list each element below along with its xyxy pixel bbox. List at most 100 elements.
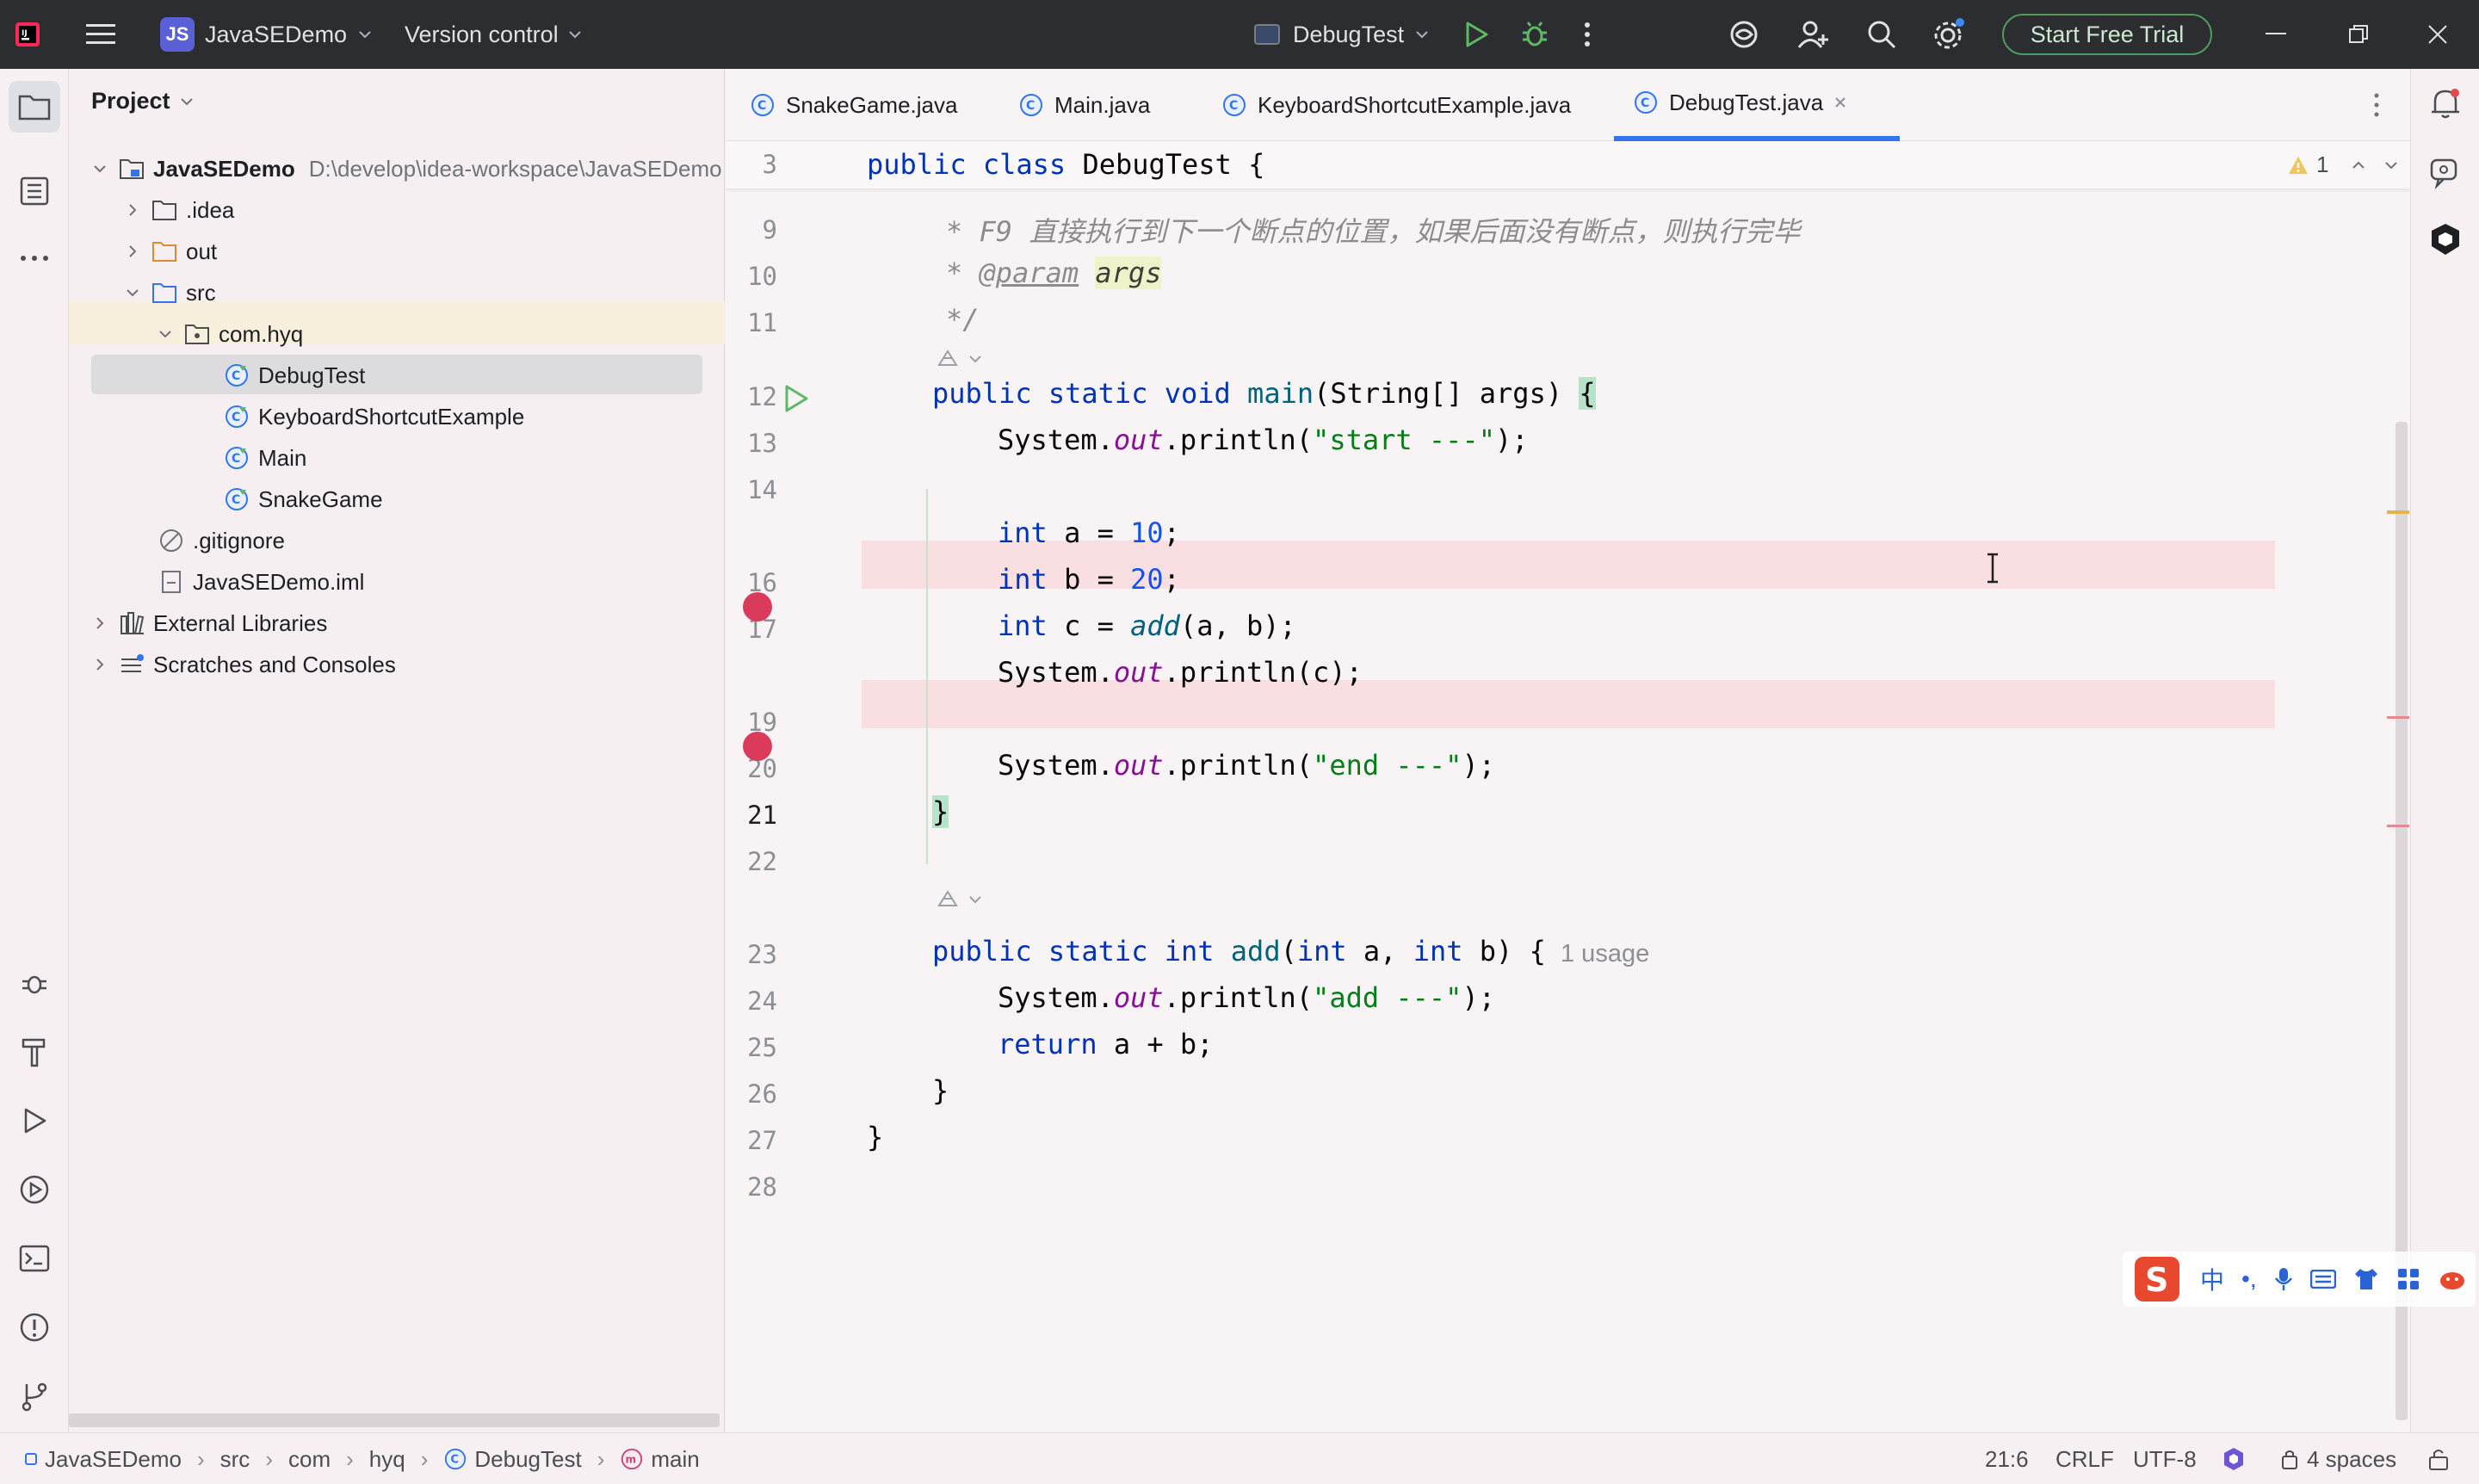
services-icon[interactable] (17, 1172, 52, 1207)
breakpoint-icon[interactable] (743, 732, 772, 761)
run-tool-icon[interactable] (17, 1104, 52, 1138)
more-actions-icon[interactable] (1584, 0, 1591, 69)
chevron-right-icon: › (265, 1445, 273, 1472)
horizontal-scrollbar[interactable] (69, 1413, 720, 1427)
ime-mascot-icon[interactable] (2438, 1267, 2467, 1291)
breadcrumb-item[interactable]: JavaSEDemo (45, 1446, 182, 1473)
chevron-right-icon[interactable] (121, 202, 145, 218)
tree-item-keyboardshortcutexample[interactable]: C KeyboardShortcutExample (224, 396, 524, 437)
chevron-down-icon[interactable] (121, 288, 145, 298)
ignored-file-icon (158, 528, 184, 553)
line-separator[interactable]: CRLF (2056, 1433, 2114, 1484)
ai-assistant-icon[interactable] (1728, 0, 1759, 69)
structure-icon[interactable] (17, 174, 52, 208)
tree-item-package[interactable]: com.hyq (153, 313, 303, 355)
restore-window-icon[interactable] (2348, 0, 2369, 69)
close-window-icon[interactable] (2427, 0, 2448, 69)
build-hammer-icon[interactable] (17, 1035, 52, 1069)
notifications-icon[interactable] (2428, 86, 2463, 125)
close-tab-icon[interactable] (1833, 96, 1847, 109)
inspection-widget[interactable]: 1 (2287, 151, 2399, 178)
breakpoint-stripe-marker[interactable] (2387, 716, 2409, 719)
ime-toolbar[interactable]: S 中 •, (2123, 1252, 2476, 1307)
microphone-icon[interactable] (2274, 1266, 2293, 1292)
tab-main[interactable]: C Main.java (1018, 69, 1150, 141)
run-icon[interactable] (1463, 0, 1489, 69)
project-panel-header[interactable]: Project (91, 88, 195, 114)
usage-inlay-hint[interactable]: 1 usage (1561, 940, 1649, 968)
add-user-icon[interactable] (1797, 0, 1830, 69)
breadcrumb-item[interactable]: src (220, 1446, 250, 1473)
sticky-class-header[interactable]: 3 public class DebugTest { 1 (726, 141, 2410, 189)
debug-tool-icon[interactable] (17, 966, 52, 1000)
git-branch-icon[interactable] (17, 1379, 52, 1413)
debug-icon[interactable] (1520, 0, 1549, 69)
tree-item-main[interactable]: C Main (224, 437, 306, 479)
tree-item-idea[interactable]: .idea (121, 189, 234, 231)
warning-stripe-marker[interactable] (2387, 510, 2409, 514)
chevron-down-icon[interactable] (2383, 160, 2399, 170)
breadcrumb-item[interactable]: com (288, 1446, 331, 1473)
problems-icon[interactable] (17, 1310, 52, 1345)
settings-gear-icon[interactable] (1932, 0, 1966, 69)
read-only-lock-icon[interactable] (2427, 1433, 2450, 1484)
tree-item-external-libraries[interactable]: External Libraries (88, 603, 327, 644)
code-line-int-c: int c = add(a, b); (998, 609, 1296, 642)
tree-item-label: JavaSEDemo.iml (193, 568, 365, 595)
terminal-icon[interactable] (17, 1241, 52, 1276)
search-icon[interactable] (1866, 0, 1897, 69)
ai-chat-icon[interactable] (2428, 155, 2463, 194)
caret-position[interactable]: 21:6 (1985, 1433, 2029, 1484)
tree-item-snakegame[interactable]: C SnakeGame (224, 479, 383, 520)
more-tools-icon[interactable] (17, 241, 52, 275)
code-comment-end: */ (946, 303, 980, 336)
breadcrumb-item[interactable]: main (651, 1446, 699, 1473)
run-main-gutter-icon[interactable] (782, 384, 810, 417)
chevron-right-icon[interactable] (88, 615, 112, 631)
app-logo-icon[interactable]: IJ (15, 0, 40, 69)
breadcrumb-item[interactable]: hyq (369, 1446, 405, 1473)
main-menu-icon[interactable] (86, 0, 115, 69)
ai-gutter-action-icon[interactable] (936, 887, 987, 917)
chevron-up-icon[interactable] (2351, 160, 2366, 170)
breakpoint-stripe-marker[interactable] (2387, 825, 2409, 827)
tab-keyboardshortcutexample[interactable]: C KeyboardShortcutExample.java (1221, 69, 1571, 141)
file-encoding[interactable]: UTF-8 (2133, 1433, 2197, 1484)
version-control-menu[interactable]: Version control (405, 0, 583, 69)
tree-item-project-root[interactable]: JavaSEDemo D:\develop\idea-workspace\Jav… (88, 148, 722, 189)
ai-status-icon[interactable] (2219, 1433, 2248, 1484)
toolbox-grid-icon[interactable] (2396, 1267, 2420, 1291)
keyboard-icon[interactable] (2309, 1270, 2336, 1289)
project-folder-icon[interactable] (9, 81, 60, 133)
tab-options-icon[interactable] (2373, 69, 2380, 141)
breakpoint-icon[interactable] (743, 592, 772, 621)
skin-shirt-icon[interactable] (2353, 1267, 2379, 1291)
tree-item-scratches[interactable]: Scratches and Consoles (88, 644, 396, 685)
indent-setting[interactable]: 4 spaces (2279, 1433, 2396, 1484)
code-line-class-close: } (867, 1121, 884, 1153)
line-number: 13 (747, 429, 777, 458)
ime-punctuation[interactable]: •, (2241, 1265, 2257, 1293)
minimize-window-icon[interactable] (2266, 0, 2286, 69)
ime-language[interactable]: 中 (2200, 1262, 2224, 1296)
run-config-selector[interactable]: DebugTest (1253, 0, 1430, 69)
chevron-right-icon[interactable] (121, 244, 145, 259)
line-number: 9 (762, 215, 777, 244)
tree-item-out[interactable]: out (121, 231, 217, 272)
ai-gutter-action-icon[interactable] (936, 346, 987, 376)
svg-text:C: C (757, 99, 766, 113)
chevron-right-icon[interactable] (88, 657, 112, 672)
tab-snakegame[interactable]: C SnakeGame.java (750, 69, 957, 141)
chevron-down-icon[interactable] (88, 164, 112, 174)
tab-debugtest[interactable]: C DebugTest.java (1614, 69, 1900, 141)
tree-item-iml[interactable]: JavaSEDemo.iml (158, 561, 364, 603)
tree-item-src[interactable]: src (121, 272, 216, 313)
start-free-trial-button[interactable]: Start Free Trial (2002, 14, 2212, 55)
line-number: 25 (747, 1033, 777, 1062)
tree-item-debugtest[interactable]: C DebugTest (224, 355, 365, 396)
breadcrumb-item[interactable]: DebugTest (474, 1446, 581, 1473)
chevron-down-icon[interactable] (153, 329, 177, 339)
tree-item-gitignore[interactable]: .gitignore (158, 520, 285, 561)
project-switcher[interactable]: JS JavaSEDemo (160, 0, 373, 69)
copilot-icon[interactable] (2426, 222, 2464, 261)
